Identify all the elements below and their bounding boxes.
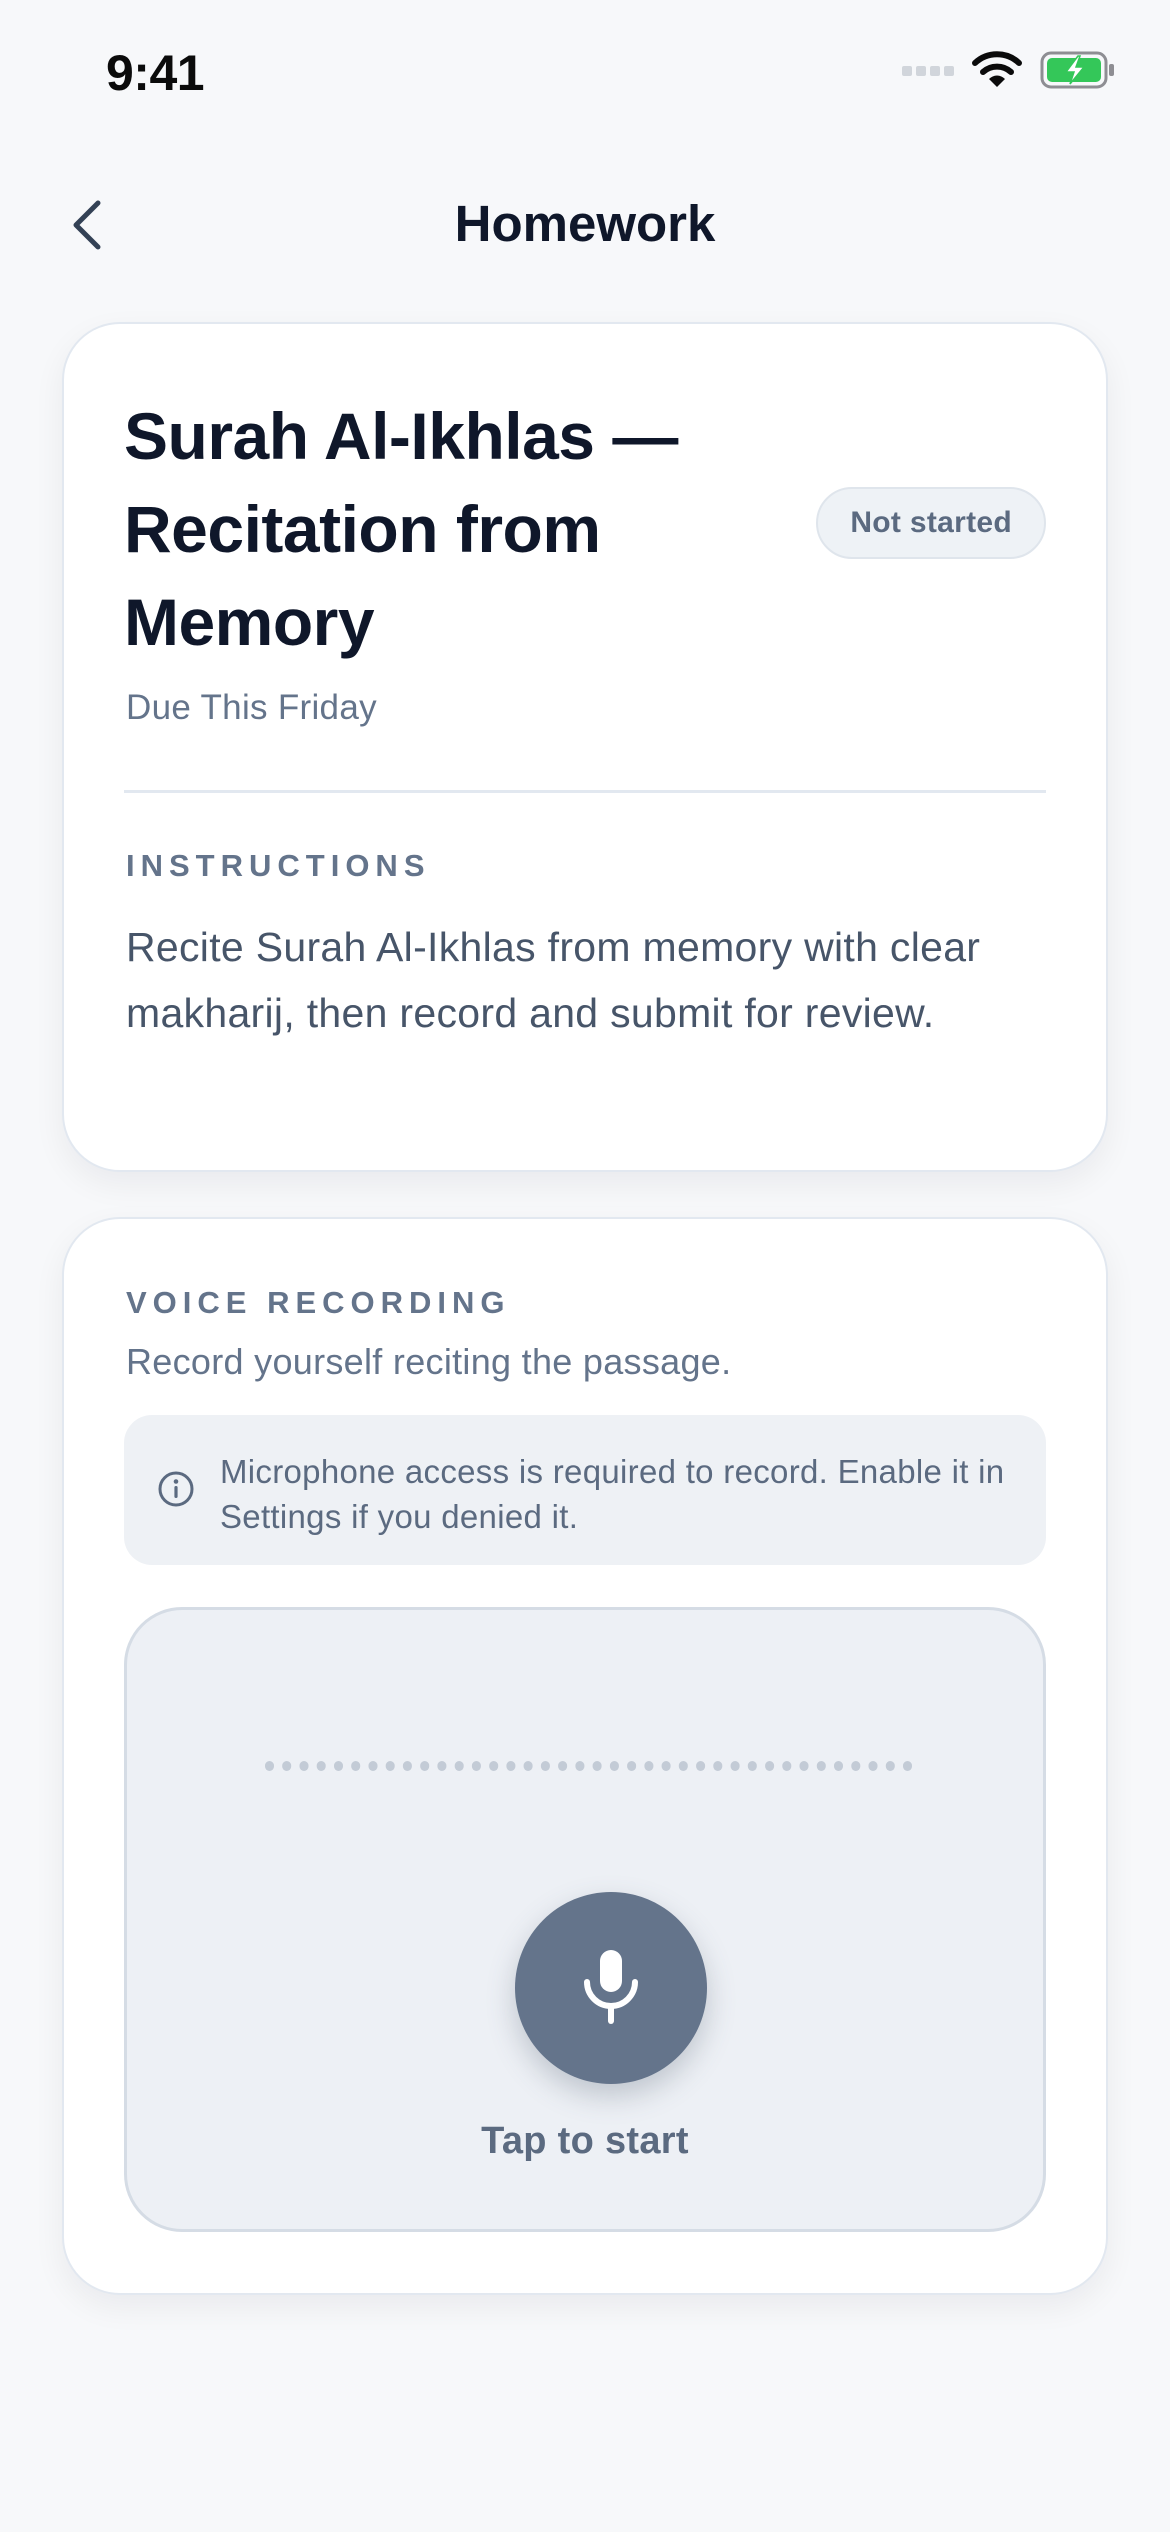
waveform-dot bbox=[523, 1761, 533, 1771]
waveform-dot bbox=[575, 1761, 585, 1771]
battery-charging-icon bbox=[1040, 51, 1114, 89]
waveform-dot bbox=[592, 1761, 602, 1771]
waveform-dot bbox=[713, 1761, 723, 1771]
waveform-dot bbox=[816, 1761, 826, 1771]
status-icons bbox=[902, 50, 1116, 90]
waveform-dot bbox=[558, 1761, 568, 1771]
assignment-title: Surah Al-Ikhlas — Recitation from Memory bbox=[124, 399, 678, 659]
page-title: Homework bbox=[454, 195, 716, 252]
waveform-dot bbox=[885, 1761, 895, 1771]
divider bbox=[124, 790, 1046, 793]
waveform-dot bbox=[506, 1761, 516, 1771]
waveform-dot bbox=[782, 1761, 792, 1771]
waveform-dot bbox=[851, 1761, 861, 1771]
waveform-dot bbox=[437, 1761, 447, 1771]
waveform-dot bbox=[696, 1761, 706, 1771]
waveform-dot bbox=[661, 1761, 671, 1771]
waveform-dot bbox=[316, 1761, 326, 1771]
assignment-card: Surah Al-Ikhlas — Recitation from Memory… bbox=[62, 322, 1108, 1172]
record-button[interactable] bbox=[515, 1892, 707, 2084]
status-badge: Not started bbox=[816, 487, 1046, 559]
waveform-dot bbox=[730, 1761, 740, 1771]
record-button-label: Tap to start bbox=[481, 2120, 689, 2162]
due-date: Due This Friday bbox=[126, 688, 377, 727]
waveform-dot bbox=[799, 1761, 809, 1771]
recording-subtitle: Record yourself reciting the passage. bbox=[126, 1341, 732, 1382]
waveform-dot bbox=[282, 1761, 292, 1771]
microphone-icon bbox=[584, 1950, 638, 2024]
nav-bar: Homework bbox=[0, 180, 1170, 270]
cellular-signal-icon bbox=[902, 66, 954, 76]
waveform-dot bbox=[747, 1761, 757, 1771]
waveform-dot bbox=[334, 1761, 343, 1771]
waveform-placeholder bbox=[265, 1761, 912, 1771]
waveform-dot bbox=[627, 1761, 637, 1771]
waveform-dot bbox=[644, 1761, 654, 1771]
microphone-notice: Microphone access is required to record.… bbox=[124, 1415, 1046, 1565]
status-time: 9:41 bbox=[106, 45, 205, 101]
waveform-dot bbox=[540, 1761, 550, 1771]
waveform-dot bbox=[420, 1761, 430, 1771]
waveform-dot bbox=[609, 1761, 619, 1771]
wifi-icon bbox=[972, 51, 1022, 87]
recorder-panel: Tap to start bbox=[124, 1607, 1046, 2232]
waveform-dot bbox=[368, 1761, 378, 1771]
info-icon bbox=[158, 1471, 194, 1507]
waveform-dot bbox=[471, 1761, 481, 1771]
waveform-dot bbox=[765, 1761, 775, 1771]
waveform-dot bbox=[868, 1761, 878, 1771]
waveform-dot bbox=[351, 1761, 361, 1771]
waveform-dot bbox=[454, 1761, 464, 1771]
waveform-dot bbox=[265, 1761, 274, 1771]
instructions-heading: INSTRUCTIONS bbox=[126, 848, 431, 883]
waveform-dot bbox=[385, 1761, 395, 1771]
status-bar: 9:41 bbox=[0, 0, 1170, 150]
waveform-dot bbox=[678, 1761, 688, 1771]
waveform-dot bbox=[489, 1761, 499, 1771]
voice-recording-heading: VOICE RECORDING bbox=[126, 1285, 511, 1320]
instructions-text: Recite Surah Al-Ikhlas from memory with … bbox=[126, 924, 981, 1036]
waveform-dot bbox=[299, 1761, 309, 1771]
waveform-dot bbox=[903, 1761, 912, 1771]
waveform-dot bbox=[402, 1761, 412, 1771]
microphone-notice-text: Microphone access is required to record.… bbox=[220, 1453, 1005, 1535]
voice-recording-card: VOICE RECORDING Record yourself reciting… bbox=[62, 1217, 1108, 2295]
waveform-dot bbox=[834, 1761, 843, 1771]
